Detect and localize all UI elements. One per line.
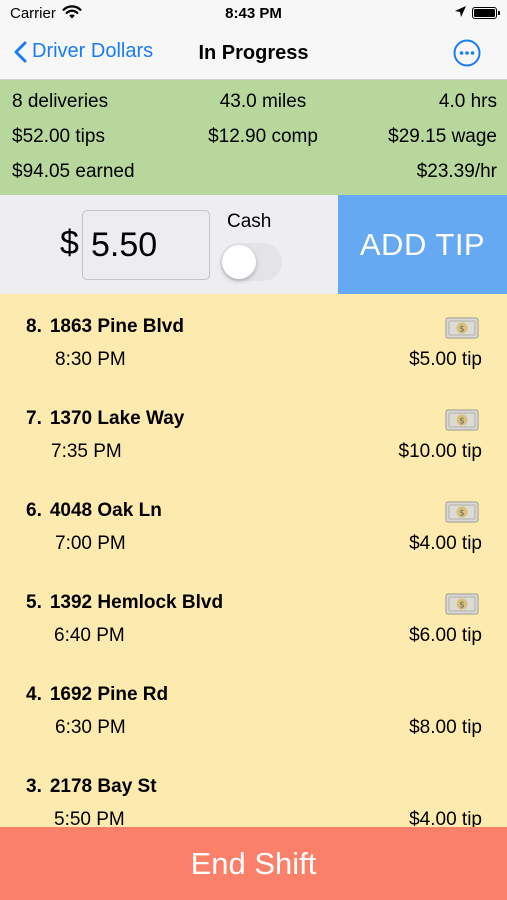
delivery-address: 6. 4048 Oak Ln — [26, 500, 162, 522]
delivery-time: 7:35 PM — [51, 441, 122, 462]
location-arrow-icon — [455, 6, 466, 17]
cash-icon: $ — [445, 593, 479, 615]
comp-total: $12.90 comp — [208, 126, 318, 147]
address-text: 1392 Hemlock Blvd — [49, 592, 224, 613]
delivery-time: 6:40 PM — [54, 625, 125, 646]
delivery-address: 7. 1370 Lake Way — [26, 408, 184, 430]
wage-total: $29.15 wage — [388, 126, 497, 147]
battery-icon — [472, 7, 500, 19]
list-item[interactable]: 5. 1392 Hemlock Blvd $ 6:40 PM $6.00 tip — [0, 570, 507, 662]
earned-total: $94.05 earned — [12, 161, 135, 182]
tips-total: $52.00 tips — [12, 126, 105, 147]
page-title: In Progress — [198, 42, 309, 64]
delivery-address: 4. 1692 Pine Rd — [26, 684, 168, 706]
delivery-number: 7. — [26, 408, 42, 429]
address-text: 1692 Pine Rd — [49, 684, 169, 705]
hourly-rate: $23.39/hr — [416, 161, 497, 182]
deliveries-count: 8 deliveries — [12, 91, 109, 112]
miles-total: 43.0 miles — [219, 91, 307, 112]
address-text: 4048 Oak Ln — [49, 500, 162, 521]
svg-text:$: $ — [459, 601, 465, 611]
delivery-number: 8. — [26, 316, 42, 337]
summary-row: $94.05 earned $23.39/hr — [12, 161, 497, 191]
delivery-tip: $6.00 tip — [409, 625, 482, 646]
list-item[interactable]: 8. 1863 Pine Blvd $ 8:30 PM $5.00 tip — [0, 294, 507, 386]
navigation-bar: Driver Dollars In Progress — [0, 28, 507, 80]
address-text: 1370 Lake Way — [49, 408, 185, 429]
delivery-time: 5:50 PM — [54, 809, 125, 827]
svg-text:$: $ — [459, 509, 465, 519]
list-item[interactable]: 4. 1692 Pine Rd 6:30 PM $8.00 tip — [0, 662, 507, 754]
delivery-tip: $4.00 tip — [409, 809, 482, 827]
cash-toggle[interactable] — [220, 243, 282, 281]
cash-label: Cash — [227, 211, 272, 232]
delivery-address: 8. 1863 Pine Blvd — [26, 316, 184, 338]
delivery-number: 6. — [26, 500, 42, 521]
deliveries-list: 8. 1863 Pine Blvd $ 8:30 PM $5.00 tip 7. 1… — [0, 294, 507, 827]
tip-amount-input[interactable] — [82, 210, 210, 280]
cash-icon: $ — [445, 317, 479, 339]
list-item[interactable]: 7. 1370 Lake Way $ 7:35 PM $10.00 tip — [0, 386, 507, 478]
end-shift-button[interactable]: End Shift — [0, 827, 507, 900]
clock: 8:43 PM — [225, 5, 282, 22]
more-options-icon[interactable] — [453, 39, 481, 67]
list-item[interactable]: 6. 4048 Oak Ln $ 7:00 PM $4.00 tip — [0, 478, 507, 570]
summary-row: 8 deliveries 43.0 miles 4.0 hrs — [12, 91, 497, 121]
toggle-knob — [222, 245, 256, 279]
delivery-address: 5. 1392 Hemlock Blvd — [26, 592, 223, 614]
cash-icon: $ — [445, 409, 479, 431]
svg-text:$: $ — [459, 417, 465, 427]
delivery-address: 3. 2178 Bay St — [26, 776, 157, 798]
cash-icon: $ — [445, 501, 479, 523]
add-tip-button[interactable]: ADD TIP — [338, 195, 507, 294]
delivery-number: 3. — [26, 776, 42, 797]
currency-symbol: $ — [60, 224, 79, 262]
address-text: 2178 Bay St — [49, 776, 157, 797]
delivery-tip: $5.00 tip — [409, 349, 482, 370]
svg-text:$: $ — [459, 325, 465, 335]
hours-total: 4.0 hrs — [438, 91, 497, 112]
summary-row: $52.00 tips $12.90 comp $29.15 wage — [12, 126, 497, 156]
list-item[interactable]: 3. 2178 Bay St 5:50 PM $4.00 tip — [0, 754, 507, 827]
address-text: 1863 Pine Blvd — [49, 316, 184, 337]
status-bar: Carrier 8:43 PM — [0, 0, 507, 28]
delivery-number: 4. — [26, 684, 42, 705]
shift-summary: 8 deliveries 43.0 miles 4.0 hrs $52.00 t… — [0, 80, 507, 195]
delivery-time: 7:00 PM — [55, 533, 126, 554]
delivery-number: 5. — [26, 592, 42, 613]
delivery-tip: $4.00 tip — [409, 533, 482, 554]
delivery-tip: $8.00 tip — [409, 717, 482, 738]
delivery-tip: $10.00 tip — [398, 441, 482, 462]
delivery-time: 6:30 PM — [55, 717, 126, 738]
delivery-time: 8:30 PM — [55, 349, 126, 370]
